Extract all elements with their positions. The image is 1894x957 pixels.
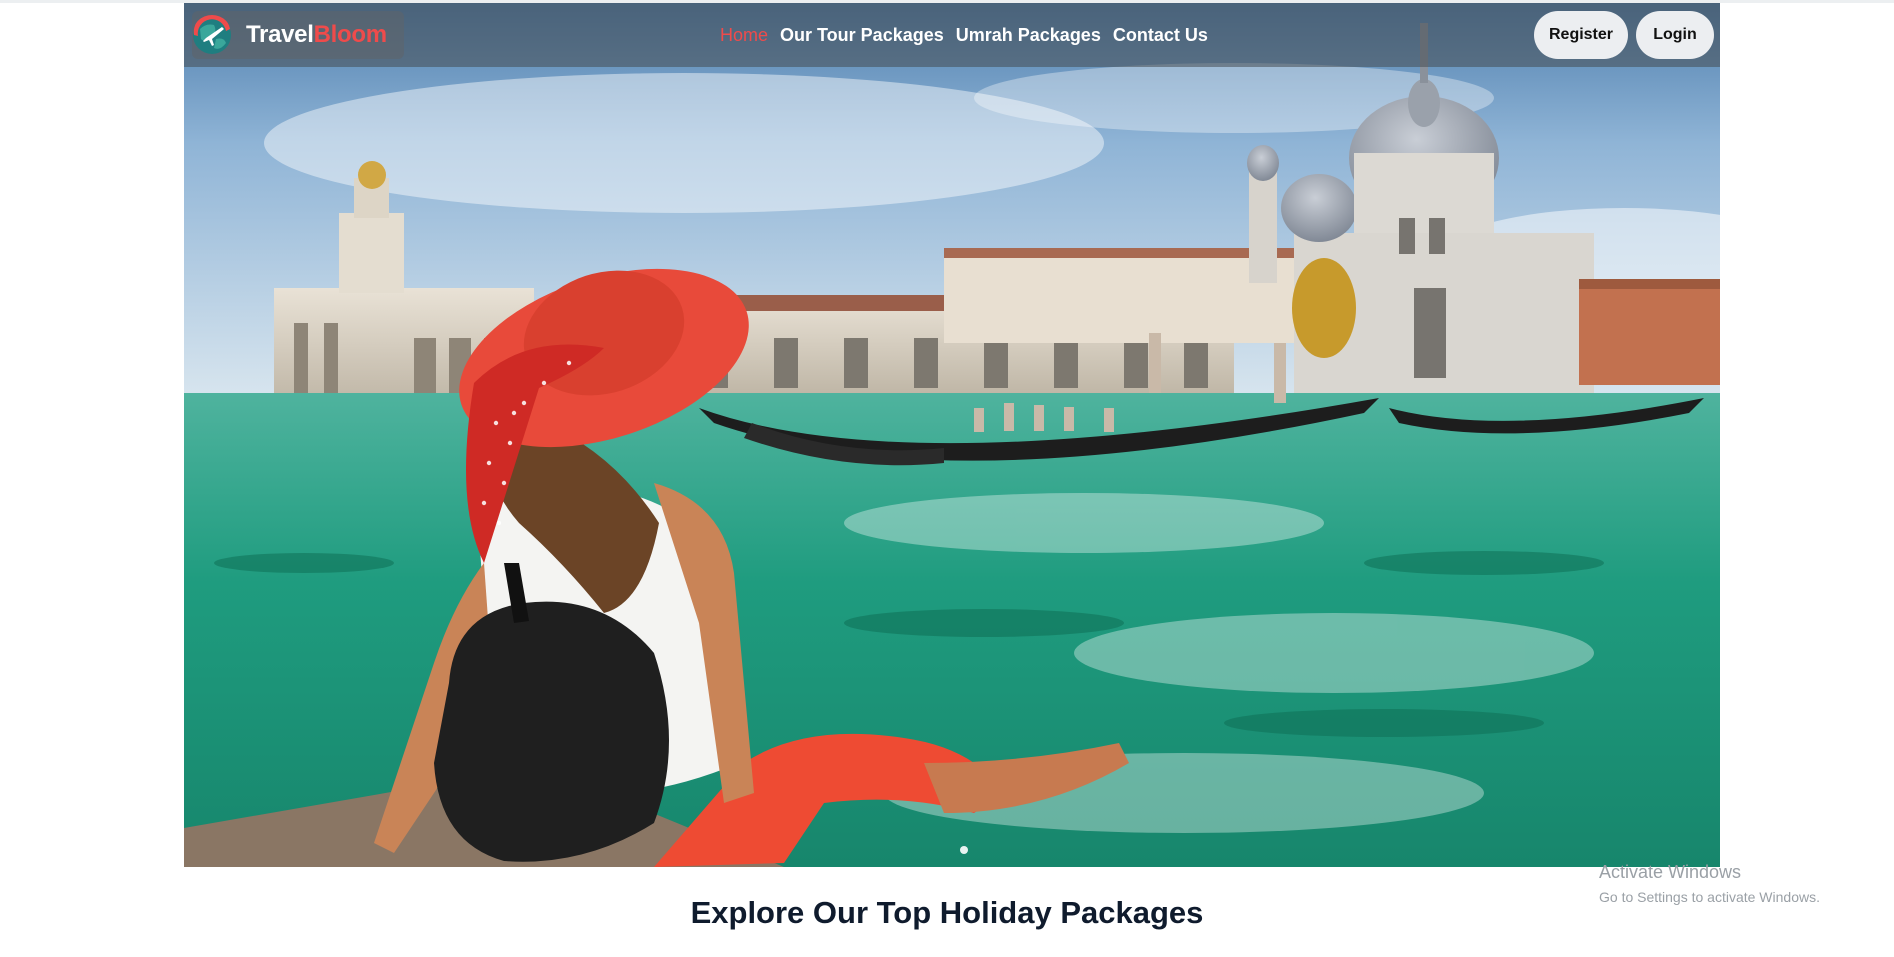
top-navbar: TravelBloom Home Our Tour Packages Umrah… xyxy=(184,3,1720,67)
nav-link-contact-us[interactable]: Contact Us xyxy=(1113,25,1208,46)
register-button[interactable]: Register xyxy=(1534,11,1628,59)
login-button[interactable]: Login xyxy=(1636,11,1714,59)
hero-image xyxy=(184,3,1720,867)
globe-plane-icon xyxy=(193,15,231,54)
watermark-line1: Activate Windows xyxy=(1599,862,1742,882)
nav-link-home[interactable]: Home xyxy=(720,25,768,46)
brand-logo-link[interactable]: TravelBloom xyxy=(192,11,404,59)
page: TravelBloom Home Our Tour Packages Umrah… xyxy=(0,0,1894,957)
brand-name-part2: Bloom xyxy=(313,21,387,48)
carousel-indicator-dot[interactable] xyxy=(960,846,968,854)
hero-carousel: TravelBloom Home Our Tour Packages Umrah… xyxy=(184,3,1720,867)
auth-buttons: Register Login xyxy=(1534,11,1714,59)
nav-link-umrah-packages[interactable]: Umrah Packages xyxy=(956,25,1101,46)
watermark-line2: Go to Settings to activate Windows. xyxy=(1599,889,1820,905)
os-activation-watermark: Activate Windows Go to Settings to activ… xyxy=(1599,862,1820,905)
brand-name-part1: Travel xyxy=(246,21,314,48)
brand-name: TravelBloom xyxy=(246,21,387,49)
nav-link-tour-packages[interactable]: Our Tour Packages xyxy=(780,25,944,46)
nav-links: Home Our Tour Packages Umrah Packages Co… xyxy=(720,3,1208,67)
